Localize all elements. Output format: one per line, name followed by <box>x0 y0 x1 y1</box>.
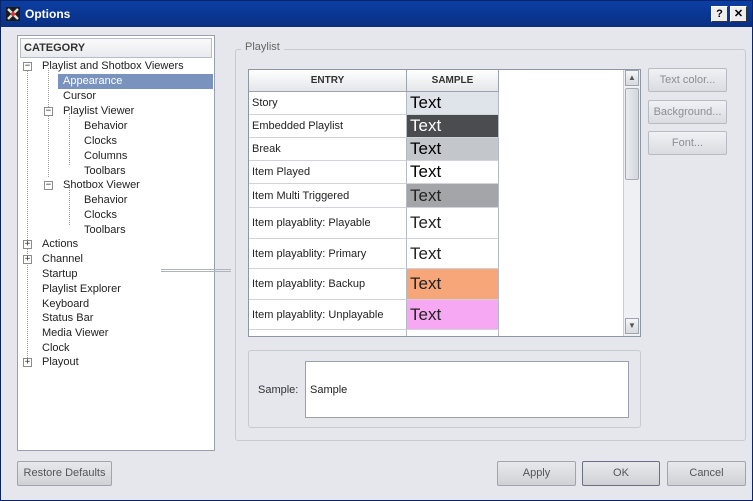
window-title: Options <box>25 7 71 21</box>
resize-grip[interactable] <box>161 269 231 272</box>
expand-icon[interactable]: + <box>23 255 32 264</box>
background-button[interactable]: Background... <box>648 100 727 124</box>
tree-item-label: Status Bar <box>42 312 94 324</box>
playlist-style-grid: ENTRY SAMPLE Story Text Embedded Playlis… <box>248 69 641 337</box>
table-row[interactable]: Item playablity: Unplayable Text <box>249 300 499 330</box>
category-header: CATEGORY <box>20 38 212 58</box>
collapse-icon[interactable]: − <box>44 181 53 190</box>
entry-cell: Item playablity: Unplayable <box>249 300 407 330</box>
scroll-down-icon[interactable]: ▼ <box>625 318 639 334</box>
tree-item-label: Columns <box>84 150 128 162</box>
cancel-button[interactable]: Cancel <box>667 461 746 486</box>
table-row[interactable]: Story Text <box>249 92 499 115</box>
title-bar: Options ? ✕ <box>1 1 752 27</box>
table-row[interactable]: Item playablity: Backup Text <box>249 269 499 300</box>
tree-item-label: Clocks <box>84 135 118 147</box>
tree-connector <box>69 113 70 165</box>
sample-cell: Text <box>407 115 499 138</box>
table-row[interactable]: Embedded Playlist Text <box>249 115 499 138</box>
collapse-icon[interactable]: − <box>23 62 32 71</box>
options-dialog: Options ? ✕ CATEGORY − Playlist and Shot… <box>0 0 753 501</box>
tree-item-label: Clocks <box>84 209 118 221</box>
tree-item-label: Toolbars <box>84 224 126 236</box>
tree-item-label: Playlist and Shotbox Viewers <box>42 60 184 72</box>
entry-cell: Break <box>249 138 407 161</box>
collapse-icon[interactable]: − <box>44 107 53 116</box>
scroll-up-icon[interactable]: ▲ <box>625 70 639 86</box>
close-button[interactable]: ✕ <box>730 6 747 22</box>
tree-connector <box>27 68 28 360</box>
tree-item-label: Shotbox Viewer <box>63 179 140 191</box>
tree-item-label: Playlist Explorer <box>42 283 121 295</box>
sample-cell: Text <box>407 161 499 184</box>
sample-cell: Text <box>407 300 499 330</box>
scroll-thumb[interactable] <box>625 88 639 180</box>
tree-item-label: Behavior <box>84 194 128 206</box>
sample-cell: Text <box>407 208 499 239</box>
sample-cell: Text <box>407 138 499 161</box>
table-row[interactable]: Item Multi Triggered Text <box>249 184 499 208</box>
font-button[interactable]: Font... <box>648 131 727 155</box>
sample-cell: Text <box>407 269 499 300</box>
sample-cell: Text <box>407 92 499 115</box>
playlist-group-label: Playlist <box>241 41 284 53</box>
entry-cell <box>249 330 407 336</box>
tree-item-label: Playout <box>42 356 79 368</box>
tree-item-label: Startup <box>42 268 78 280</box>
category-panel: CATEGORY − Playlist and Shotbox Viewers … <box>17 35 215 451</box>
tree-item-label: Clock <box>42 342 70 354</box>
table-row[interactable]: Item playablity: Playable Text <box>249 208 499 239</box>
tree-item-label: Media Viewer <box>42 327 109 339</box>
entry-cell: Item playablity: Backup <box>249 269 407 300</box>
tree-connector <box>48 68 49 177</box>
expand-icon[interactable]: + <box>23 240 32 249</box>
ok-button[interactable]: OK <box>582 461 660 486</box>
expand-icon[interactable]: + <box>23 358 32 367</box>
sample-cell <box>407 330 499 336</box>
tree-item-label: Cursor <box>63 90 97 102</box>
entry-cell: Embedded Playlist <box>249 115 407 138</box>
restore-defaults-button[interactable]: Restore Defaults <box>17 461 112 486</box>
tree-item-label: Behavior <box>84 120 128 132</box>
table-row <box>249 330 499 336</box>
tree-item-label: Keyboard <box>42 298 90 310</box>
column-header-entry[interactable]: ENTRY <box>249 70 407 92</box>
tree-item-label: Playlist Viewer <box>63 105 135 117</box>
entry-cell: Story <box>249 92 407 115</box>
vertical-scrollbar[interactable]: ▲ ▼ <box>623 70 640 336</box>
sample-cell: Text <box>407 184 499 208</box>
table-row[interactable]: Break Text <box>249 138 499 161</box>
apply-button[interactable]: Apply <box>497 461 576 486</box>
sample-label: Sample: <box>258 384 299 396</box>
column-header-sample[interactable]: SAMPLE <box>407 70 499 92</box>
entry-cell: Item playablity: Playable <box>249 208 407 239</box>
help-button[interactable]: ? <box>711 6 728 22</box>
table-row[interactable]: Item playablity: Primary Text <box>249 239 499 269</box>
sample-preview: Sample <box>305 361 629 418</box>
sample-cell: Text <box>407 239 499 269</box>
tree-item-label: Actions <box>42 238 79 250</box>
entry-cell: Item Played <box>249 161 407 184</box>
tree-item-label: Channel <box>42 253 83 265</box>
entry-cell: Item playablity: Primary <box>249 239 407 269</box>
entry-cell: Item Multi Triggered <box>249 184 407 208</box>
app-icon <box>6 7 20 21</box>
tree-item-appearance[interactable]: Appearance <box>58 74 213 89</box>
tree-item-label: Appearance <box>63 75 123 87</box>
tree-item-label: Toolbars <box>84 165 126 177</box>
table-row[interactable]: Item Played Text <box>249 161 499 184</box>
text-color-button[interactable]: Text color... <box>648 68 727 92</box>
